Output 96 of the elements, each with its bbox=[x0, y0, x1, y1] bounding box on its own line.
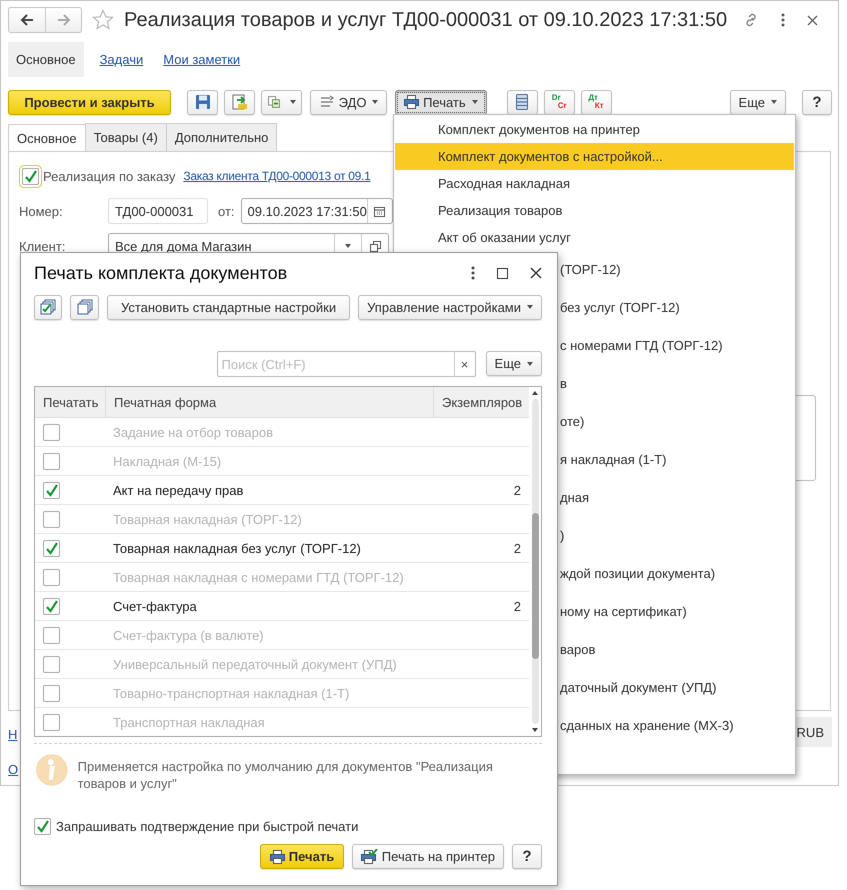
checkbox[interactable] bbox=[43, 656, 60, 672]
checkbox[interactable] bbox=[43, 598, 60, 614]
list-button[interactable] bbox=[506, 90, 538, 114]
menu-item[interactable]: Комплект документов с настройкой... bbox=[395, 143, 794, 170]
more-icon[interactable] bbox=[471, 266, 475, 280]
date-field[interactable]: 09.10.2023 17:31:50 bbox=[240, 198, 393, 224]
table-cell: 2 bbox=[514, 482, 521, 498]
table-cell: Товарная накладная (ТОРГ-12) bbox=[113, 512, 302, 526]
checkbox[interactable] bbox=[43, 540, 60, 556]
checkbox[interactable] bbox=[43, 510, 60, 528]
back-arrow-icon bbox=[20, 14, 34, 26]
column-header: Печатать bbox=[35, 387, 106, 417]
copy-dropdown-button[interactable] bbox=[261, 90, 302, 114]
info-text: Применяется настройка по умолчанию для документов "Реализация товаров и услуг" bbox=[78, 758, 494, 792]
window-title: Реализация товаров и услуг ТД00-000031 от 09.10.2023 17:31:50 bbox=[124, 8, 728, 32]
order-link[interactable]: Заказ клиента ТД00-000013 от 09.1 bbox=[183, 169, 370, 183]
print-to-printer-button[interactable]: Печать на принтер bbox=[352, 844, 504, 869]
checkbox[interactable] bbox=[43, 714, 60, 730]
printer-icon bbox=[270, 850, 286, 864]
field-label: от: bbox=[218, 204, 235, 218]
help-button[interactable]: ? bbox=[512, 844, 542, 869]
menu-item[interactable]: Реализация товаров bbox=[395, 197, 794, 224]
list-icon bbox=[516, 94, 528, 110]
edo-button[interactable]: ЭДО bbox=[310, 90, 388, 114]
checkbox[interactable] bbox=[43, 568, 60, 586]
close-icon[interactable] bbox=[807, 14, 818, 26]
info-icon bbox=[36, 754, 68, 786]
checkbox[interactable] bbox=[43, 626, 60, 644]
checkbox[interactable] bbox=[43, 482, 60, 498]
floppy-icon bbox=[194, 94, 210, 110]
checkbox-label: Реализация по заказу bbox=[43, 168, 176, 184]
reset-settings-button[interactable]: Установить стандартные настройки bbox=[106, 294, 350, 320]
table-cell: Акт на передачу прав bbox=[113, 482, 244, 498]
number-field[interactable]: ТД00-000031 bbox=[108, 198, 208, 224]
check-all-button[interactable] bbox=[34, 294, 62, 320]
tab[interactable]: Основное bbox=[8, 124, 86, 151]
section-link[interactable]: Основное bbox=[8, 42, 84, 76]
printer-check-icon bbox=[361, 849, 378, 864]
open-icon[interactable] bbox=[370, 240, 380, 252]
menu-item[interactable]: Расходная накладная bbox=[395, 170, 794, 197]
more-button[interactable]: Еще bbox=[486, 351, 542, 376]
save-button[interactable] bbox=[187, 90, 218, 114]
post-and-close-button[interactable]: Провести и закрыть bbox=[8, 90, 171, 114]
dialog-title: Печать комплекта документов bbox=[34, 262, 288, 284]
table-cell: Накладная (М-15) bbox=[113, 454, 222, 468]
copy-icon bbox=[267, 93, 281, 111]
settings-button[interactable]: Управление настройками bbox=[358, 294, 542, 320]
back-button[interactable] bbox=[9, 8, 45, 32]
search-field[interactable]: Поиск (Ctrl+F) bbox=[216, 351, 454, 377]
field-label: Клиент: bbox=[19, 238, 66, 254]
dr-cr-button[interactable]: Dr Cr bbox=[544, 90, 575, 114]
column-header: Экземпляров bbox=[441, 394, 524, 412]
uncheck-all-icon bbox=[76, 299, 94, 315]
menu-item[interactable]: Комплект документов на принтер bbox=[395, 116, 794, 143]
field-label: Номер: bbox=[19, 204, 64, 218]
section-link[interactable]: Мои заметки bbox=[155, 52, 252, 66]
checkbox-label: Запрашивать подтверждение при быстрой печати bbox=[56, 819, 358, 834]
star-icon[interactable] bbox=[92, 9, 114, 31]
print-button[interactable]: Печать bbox=[260, 844, 344, 869]
menu-item[interactable]: Акт об оказании услуг bbox=[395, 224, 794, 251]
column-header: Печатная форма bbox=[106, 387, 434, 417]
tab[interactable]: Товары (4) bbox=[84, 123, 167, 151]
document-arrow-icon bbox=[230, 93, 248, 111]
maximize-icon[interactable] bbox=[497, 268, 508, 278]
checkbox[interactable] bbox=[43, 452, 60, 470]
table-cell: Товарная накладная без услуг (ТОРГ-12) bbox=[113, 540, 361, 556]
clear-button[interactable]: × bbox=[454, 351, 476, 377]
more-button[interactable]: Еще bbox=[730, 90, 786, 114]
tab[interactable]: Дополнительно bbox=[166, 123, 278, 151]
form-link[interactable]: О bbox=[8, 762, 18, 777]
document-arrow-button[interactable] bbox=[224, 90, 255, 114]
table-cell: Товарно-транспортная накладная (1-Т) bbox=[113, 686, 350, 700]
calendar-icon[interactable] bbox=[374, 206, 386, 216]
form-link[interactable]: Н bbox=[8, 727, 18, 742]
uncheck-all-button[interactable] bbox=[70, 294, 99, 320]
table-cell: 2 bbox=[514, 540, 521, 556]
table-cell: Счет-фактура (в валюте) bbox=[113, 628, 264, 642]
close-icon[interactable] bbox=[530, 267, 542, 279]
help-button[interactable]: ? bbox=[802, 90, 832, 114]
table-cell: 2 bbox=[514, 598, 521, 614]
section-link[interactable]: Задачи bbox=[92, 52, 156, 66]
check-all-icon bbox=[39, 299, 58, 315]
table-cell: Универсальный передаточный документ (УПД) bbox=[113, 656, 397, 672]
table-cell: Товарная накладная с номерами ГТД (ТОРГ-12) bbox=[113, 570, 404, 584]
print-dropdown-button[interactable]: Печать bbox=[395, 90, 487, 114]
checkbox[interactable] bbox=[34, 818, 51, 835]
table-cell: Счет-фактура bbox=[113, 598, 197, 614]
forward-arrow-icon bbox=[56, 14, 70, 26]
dt-kt-button[interactable]: Дт Кт bbox=[580, 90, 612, 114]
table-cell: Задание на отбор товаров bbox=[113, 424, 274, 440]
more-icon[interactable] bbox=[781, 13, 786, 27]
checkbox[interactable] bbox=[43, 684, 60, 702]
exchange-icon bbox=[319, 95, 335, 109]
checkbox[interactable] bbox=[43, 424, 60, 440]
table-cell: Транспортная накладная bbox=[113, 714, 265, 730]
printer-icon bbox=[404, 95, 420, 109]
